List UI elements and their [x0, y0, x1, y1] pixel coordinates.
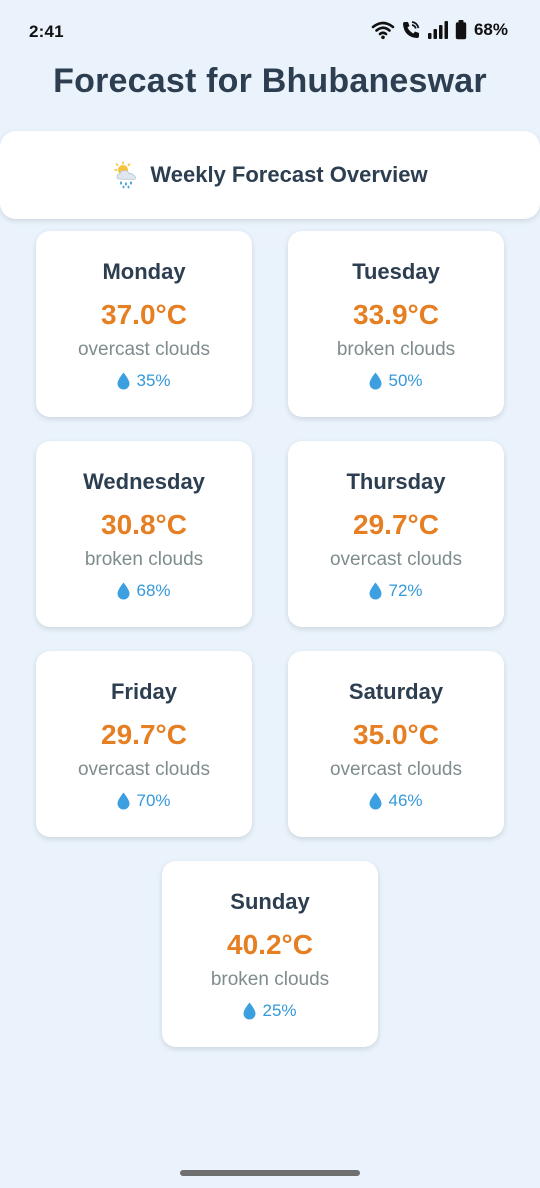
day-humidity: 68% [36, 581, 252, 601]
day-description: overcast clouds [329, 759, 462, 780]
status-time: 2:41 [29, 22, 64, 41]
water-drop-icon [117, 372, 130, 390]
humidity-value: 50% [388, 371, 423, 390]
day-name: Friday [110, 679, 178, 704]
humidity-value: 35% [136, 371, 171, 390]
page-title: Forecast for Bhubaneswar [53, 62, 487, 100]
battery-percent: 68% [473, 20, 508, 39]
water-drop-icon [369, 372, 382, 390]
day-humidity: 72% [288, 581, 504, 601]
day-temperature: 37.0°C [101, 299, 187, 330]
day-name: Thursday [346, 469, 446, 494]
signal-icon [427, 21, 449, 39]
day-humidity: 46% [288, 791, 504, 811]
water-drop-icon [243, 1002, 256, 1020]
day-description: broken clouds [336, 339, 456, 360]
day-humidity: 70% [36, 791, 252, 811]
humidity-value: 25% [262, 1001, 297, 1020]
day-card-sunday: Sunday 40.2°C broken clouds 25% [162, 861, 378, 1047]
water-drop-icon [117, 582, 130, 600]
overview-title: Weekly Forecast Overview [150, 162, 428, 187]
day-temperature: 40.2°C [227, 929, 313, 960]
overview-card: Weekly Forecast Overview [0, 131, 540, 219]
humidity-value: 72% [388, 581, 423, 600]
day-name: Sunday [230, 889, 310, 914]
day-name: Tuesday [352, 259, 440, 284]
day-card-monday: Monday 37.0°C overcast clouds 35% [36, 231, 252, 417]
day-humidity: 50% [288, 371, 504, 391]
humidity-value: 46% [388, 791, 423, 810]
day-temperature: 35.0°C [353, 719, 439, 750]
day-card-wednesday: Wednesday 30.8°C broken clouds 68% [36, 441, 252, 627]
wifi-icon [371, 20, 395, 40]
day-description: broken clouds [84, 549, 204, 570]
water-drop-icon [117, 792, 130, 810]
day-temperature: 33.9°C [353, 299, 439, 330]
status-bar: 2:41 68% [0, 0, 540, 64]
day-name: Wednesday [83, 469, 205, 494]
humidity-value: 70% [136, 791, 171, 810]
day-card-saturday: Saturday 35.0°C overcast clouds 46% [288, 651, 504, 837]
day-card-tuesday: Tuesday 33.9°C broken clouds 50% [288, 231, 504, 417]
status-icons: 68% [371, 20, 508, 40]
day-card-thursday: Thursday 29.7°C overcast clouds 72% [288, 441, 504, 627]
day-card-friday: Friday 29.7°C overcast clouds 70% [36, 651, 252, 837]
day-temperature: 29.7°C [101, 719, 187, 750]
home-indicator[interactable] [180, 1170, 360, 1176]
day-description: broken clouds [210, 969, 330, 990]
battery-icon [455, 20, 467, 40]
day-name: Monday [102, 259, 186, 284]
water-drop-icon [369, 582, 382, 600]
sun-behind-rain-cloud-icon [114, 161, 137, 189]
day-description: overcast clouds [329, 549, 462, 570]
day-humidity: 25% [162, 1001, 378, 1021]
humidity-value: 68% [136, 581, 171, 600]
wifi-calling-icon [401, 20, 421, 40]
day-humidity: 35% [36, 371, 252, 391]
day-temperature: 30.8°C [101, 509, 187, 540]
day-temperature: 29.7°C [353, 509, 439, 540]
water-drop-icon [369, 792, 382, 810]
day-description: overcast clouds [77, 759, 210, 780]
day-description: overcast clouds [77, 339, 210, 360]
day-name: Saturday [348, 679, 444, 704]
